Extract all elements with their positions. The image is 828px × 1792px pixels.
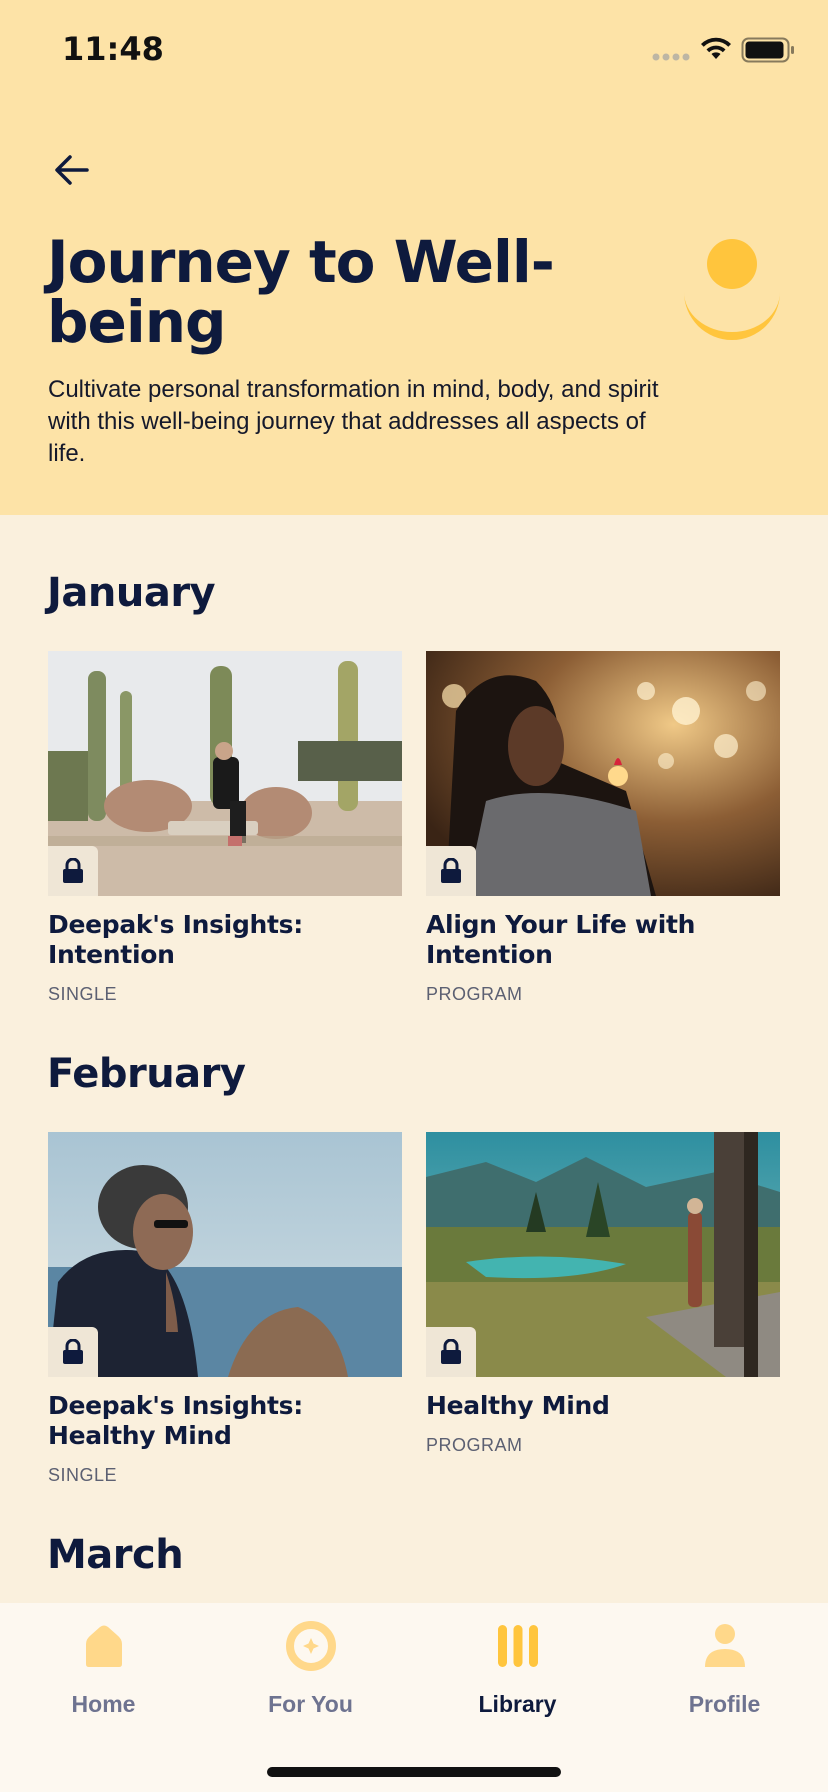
- tab-profile[interactable]: Profile: [621, 1603, 828, 1723]
- seaside-portrait-image: [48, 1132, 402, 1377]
- section-title-january: January: [47, 570, 216, 616]
- cellular-signal-icon: [652, 53, 690, 61]
- card-thumbnail: [48, 1132, 402, 1377]
- card-title: Deepak's Insights: Healthy Mind: [48, 1391, 303, 1450]
- card-thumbnail: [426, 1132, 780, 1377]
- card-type-label: SINGLE: [48, 1465, 118, 1485]
- content-card[interactable]: Deepak's Insights: Healthy Mind SINGLE: [48, 1132, 402, 1486]
- content-card[interactable]: Deepak's Insights: Intention SINGLE: [48, 651, 402, 1005]
- content-card[interactable]: Align Your Life with Intention PROGRAM: [426, 651, 780, 1005]
- lock-icon: [63, 1339, 83, 1364]
- tab-label: Home: [71, 1691, 136, 1717]
- card-title: Deepak's Insights: Intention: [48, 910, 303, 969]
- card-type-label: SINGLE: [48, 984, 118, 1004]
- lock-icon: [63, 858, 83, 883]
- arrow-left-icon: [55, 155, 89, 185]
- lock-badge: [426, 1327, 476, 1377]
- tab-home[interactable]: Home: [0, 1603, 207, 1723]
- wifi-icon: [701, 37, 731, 59]
- section-title-march: March: [47, 1532, 184, 1578]
- tab-for-you[interactable]: For You: [207, 1603, 414, 1723]
- candle-scene-image: [426, 651, 780, 896]
- desert-scene-image: [48, 651, 402, 896]
- home-indicator: [267, 1767, 561, 1777]
- lock-badge: [426, 846, 476, 896]
- profile-icon: [704, 1624, 745, 1667]
- mountain-lake-image: [426, 1132, 780, 1377]
- status-bar: 11:48: [0, 0, 828, 100]
- tab-label: For You: [268, 1691, 353, 1717]
- home-icon: [85, 1625, 122, 1667]
- tab-label: Profile: [688, 1691, 761, 1717]
- card-title: Healthy Mind: [426, 1391, 610, 1420]
- content-card[interactable]: Healthy Mind PROGRAM: [426, 1132, 780, 1456]
- bottom-tab-bar: Home For You Library Profile: [0, 1603, 828, 1792]
- lock-badge: [48, 1327, 98, 1377]
- card-title: Align Your Life with Intention: [426, 910, 696, 969]
- card-type-label: PROGRAM: [426, 1435, 523, 1455]
- card-type-label: PROGRAM: [426, 984, 523, 1004]
- lock-icon: [441, 1339, 461, 1364]
- status-time: 11:48: [62, 30, 164, 68]
- page-title: Journey to Well-being: [47, 228, 555, 356]
- for-you-icon: [285, 1621, 336, 1671]
- back-button[interactable]: [46, 144, 98, 196]
- hero-header: 11:48 Journey to Well-being Cultivate pe…: [0, 0, 828, 515]
- library-icon: [497, 1625, 538, 1667]
- battery-icon: [741, 37, 794, 63]
- card-thumbnail: [48, 651, 402, 896]
- tab-label: Library: [478, 1691, 557, 1717]
- card-thumbnail: [426, 651, 780, 896]
- tab-library[interactable]: Library: [414, 1603, 621, 1723]
- section-title-february: February: [47, 1051, 246, 1097]
- lock-badge: [48, 846, 98, 896]
- lock-icon: [441, 858, 461, 883]
- page-description: Cultivate personal transformation in min…: [48, 376, 659, 467]
- brand-logo-icon: [684, 239, 780, 340]
